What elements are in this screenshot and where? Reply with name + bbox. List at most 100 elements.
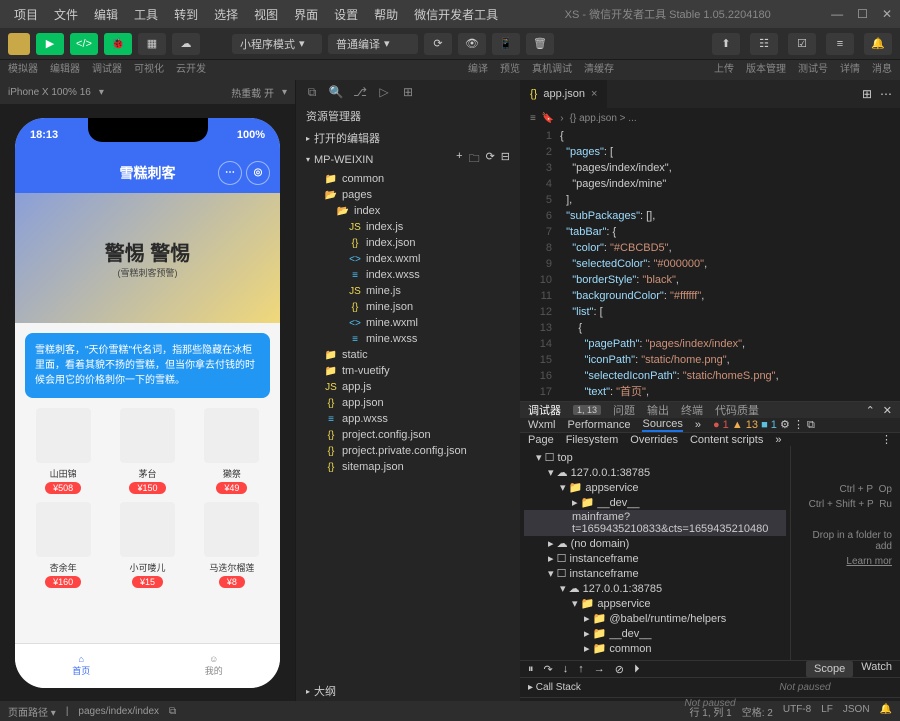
src-overrides[interactable]: Overrides	[630, 434, 678, 446]
src-page[interactable]: Page	[528, 434, 554, 446]
file-index[interactable]: 📂index	[296, 203, 520, 219]
menu-icon[interactable]: ⋯	[218, 161, 242, 185]
step-into-icon[interactable]: ↓	[563, 663, 569, 675]
file-index.wxml[interactable]: <>index.wxml	[296, 251, 520, 267]
file-sitemap.json[interactable]: {}sitemap.json	[296, 459, 520, 475]
code-editor[interactable]: 1234567891011121314151617 { "pages": [ "…	[520, 128, 900, 401]
copy-path-icon[interactable]: ⧉	[169, 706, 176, 717]
file-static[interactable]: 📁static	[296, 347, 520, 363]
more-icon[interactable]: ⋮	[881, 433, 892, 446]
menu-项目[interactable]: 项目	[8, 4, 44, 25]
step-over-icon[interactable]: ↷	[544, 663, 553, 676]
upload-button[interactable]: ⬆	[712, 33, 740, 55]
page-path-label[interactable]: 页面路径 ▾	[8, 704, 56, 719]
pause-icon[interactable]: ⏸	[528, 663, 534, 676]
source-item[interactable]: ▸ 📁 __dev__	[524, 626, 786, 641]
menu-选择[interactable]: 选择	[208, 4, 244, 25]
tab-output[interactable]: 输出	[647, 402, 669, 418]
source-item[interactable]: ▾ 📁 appservice	[524, 480, 786, 495]
new-file-icon[interactable]: +	[456, 150, 462, 169]
product-item[interactable]: 獭祭¥49	[194, 408, 270, 494]
step-out-icon[interactable]: ↑	[578, 663, 584, 675]
target-icon[interactable]: ◎	[246, 161, 270, 185]
compile-button[interactable]: ⟳	[424, 33, 452, 55]
more-icon[interactable]: ⋮	[793, 419, 804, 431]
remote-debug-button[interactable]: 📱	[492, 33, 520, 55]
version-button[interactable]: ☷	[750, 33, 778, 55]
file-pages[interactable]: 📂pages	[296, 187, 520, 203]
source-item[interactable]: ▸ ☁ (no domain)	[524, 536, 786, 551]
product-item[interactable]: 杏余年¥160	[25, 502, 101, 588]
maximize-icon[interactable]: ☐	[857, 7, 868, 21]
file-app.wxss[interactable]: ≡app.wxss	[296, 411, 520, 427]
device-selector[interactable]: iPhone X 100% 16	[8, 87, 91, 98]
tab-performance[interactable]: Performance	[568, 419, 631, 431]
avatar[interactable]	[8, 33, 30, 55]
dock-icon[interactable]: ⧉	[807, 419, 815, 431]
editor-tab-appjson[interactable]: {}app.json×	[520, 80, 607, 108]
notification-icon[interactable]: 🔔	[880, 704, 892, 719]
file-app.json[interactable]: {}app.json	[296, 395, 520, 411]
editor-button[interactable]: </>	[70, 33, 98, 55]
simulator-button[interactable]: ▶	[36, 33, 64, 55]
source-item[interactable]: ▾ ☁ 127.0.0.1:38785	[524, 465, 786, 480]
tab-home[interactable]: ⌂首页	[15, 644, 148, 688]
more-icon[interactable]: ⋯	[880, 87, 892, 101]
tab-debugger[interactable]: 调试器	[528, 402, 561, 418]
gear-icon[interactable]: ⚙	[780, 419, 790, 431]
menu-文件[interactable]: 文件	[48, 4, 84, 25]
extensions-icon[interactable]: ⊞	[400, 84, 416, 100]
new-folder-icon[interactable]: 🗀	[469, 150, 480, 169]
file-index.json[interactable]: {}index.json	[296, 235, 520, 251]
outline-section[interactable]: ▸大纲	[296, 681, 520, 701]
debug-icon[interactable]: ▷	[376, 84, 392, 100]
close-icon[interactable]: ✕	[882, 7, 892, 21]
step-icon[interactable]: →	[594, 663, 605, 675]
visual-button[interactable]: ▦	[138, 33, 166, 55]
scope-button[interactable]: Scope	[806, 661, 853, 677]
split-icon[interactable]: ⊞	[862, 87, 872, 101]
test-button[interactable]: ☑	[788, 33, 816, 55]
product-item[interactable]: 山田锦¥508	[25, 408, 101, 494]
callstack-header[interactable]: ▸ Call Stack	[520, 677, 710, 697]
src-content[interactable]: Content scripts	[690, 434, 763, 446]
menu-帮助[interactable]: 帮助	[368, 4, 404, 25]
product-item[interactable]: 茅台¥150	[109, 408, 185, 494]
file-index.js[interactable]: JSindex.js	[296, 219, 520, 235]
mode-dropdown[interactable]: 小程序模式 ▾	[232, 34, 322, 54]
tab-problems[interactable]: 问题	[613, 402, 635, 418]
watch-button[interactable]: Watch	[861, 661, 892, 677]
resume-icon[interactable]: ⏵	[634, 663, 640, 676]
menu-设置[interactable]: 设置	[328, 4, 364, 25]
source-item[interactable]: ▾ 📁 appservice	[524, 596, 786, 611]
close-tab-icon[interactable]: ×	[591, 88, 597, 100]
cloud-button[interactable]: ☁	[172, 33, 200, 55]
expand-icon[interactable]: ⌃	[866, 404, 875, 417]
source-item[interactable]: ▸ 📁 __dev__	[524, 495, 786, 510]
copy-icon[interactable]: ⧉	[304, 84, 320, 100]
source-item[interactable]: ▸ ☐ instanceframe	[524, 551, 786, 566]
file-app.js[interactable]: JSapp.js	[296, 379, 520, 395]
tab-mine[interactable]: ☺我的	[148, 644, 281, 688]
menu-编辑[interactable]: 编辑	[88, 4, 124, 25]
search-icon[interactable]: 🔍	[328, 84, 344, 100]
deactivate-icon[interactable]: ⊘	[615, 663, 624, 676]
tab-quality[interactable]: 代码质量	[715, 402, 759, 418]
refresh-icon[interactable]: ⟳	[486, 150, 495, 169]
source-item[interactable]: ▾ ☐ top	[524, 450, 786, 465]
phone-simulator[interactable]: 18:13100% 雪糕刺客 ⋯◎ 警惕 警惕 (雪糕刺客预警) 雪糕刺客，"天…	[15, 118, 280, 688]
menu-视图[interactable]: 视图	[248, 4, 284, 25]
file-project.private.config.json[interactable]: {}project.private.config.json	[296, 443, 520, 459]
preview-button[interactable]: 👁	[458, 33, 486, 55]
clear-cache-button[interactable]: 🗑	[526, 33, 554, 55]
file-common[interactable]: 📁common	[296, 171, 520, 187]
tab-sources[interactable]: Sources	[642, 418, 682, 432]
open-editors-section[interactable]: ▸打开的编辑器	[296, 128, 520, 148]
close-panel-icon[interactable]: ✕	[883, 404, 892, 417]
source-tree[interactable]: ▾ ☐ top▾ ☁ 127.0.0.1:38785▾ 📁 appservice…	[520, 446, 790, 660]
detail-button[interactable]: ≡	[826, 33, 854, 55]
workspace-section[interactable]: ▾MP-WEIXIN + 🗀 ⟳ ⊟	[296, 148, 520, 171]
collapse-icon[interactable]: ⊟	[501, 150, 510, 169]
file-mine.wxss[interactable]: ≡mine.wxss	[296, 331, 520, 347]
file-mine.wxml[interactable]: <>mine.wxml	[296, 315, 520, 331]
